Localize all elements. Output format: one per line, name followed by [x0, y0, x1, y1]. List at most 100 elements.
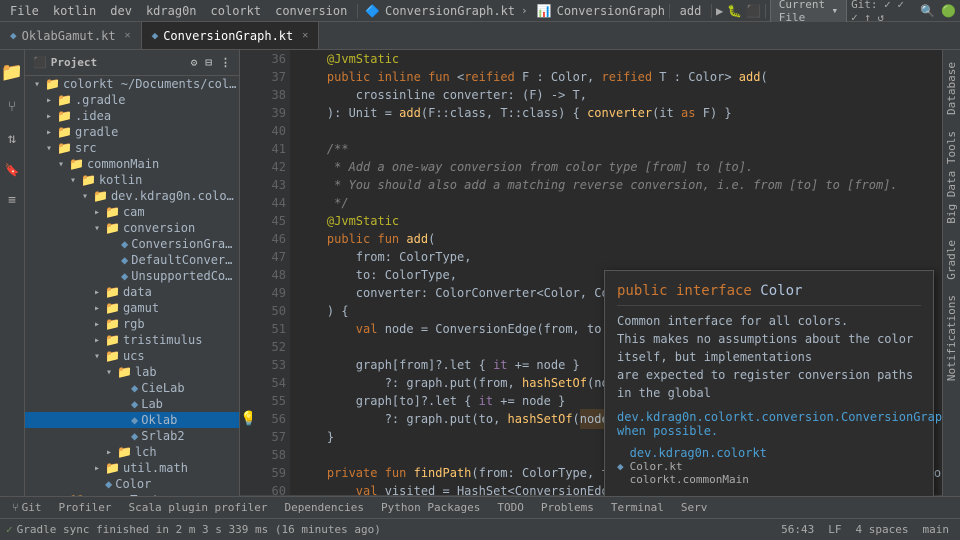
code-line-41: /** [298, 140, 934, 158]
tree-ucs[interactable]: ▾ 📁 ucs [25, 348, 239, 364]
tree-color-file[interactable]: ◆ Color [25, 476, 239, 492]
search-icon[interactable]: 🔍 [920, 4, 935, 18]
menu-bar: File kotlin dev kdrag0n colorkt conversi… [0, 0, 960, 22]
ln-40: 40 [256, 122, 286, 140]
tooltip-file1: Color.kt [630, 460, 767, 473]
pull-requests-btn[interactable]: ⇅ [4, 127, 20, 151]
conversiongraph-tab-icon2: ◆ [152, 29, 159, 42]
bottom-tabs: ⑂ Git Profiler Scala plugin profiler Dep… [0, 496, 960, 518]
tab-oklabgamut[interactable]: ◆ OklabGamut.kt ✕ [0, 22, 142, 49]
structure-btn[interactable]: ≡ [4, 189, 20, 212]
tab-conversiongraph-close[interactable]: ✕ [302, 30, 308, 41]
project-panel-btn[interactable]: 📁 [0, 58, 27, 87]
tree-commonmain[interactable]: ▾ 📁 commonMain [25, 156, 239, 172]
tree-defaultconversions-label: DefaultConversions [131, 253, 239, 267]
git-panel-btn[interactable]: ⑂ [4, 95, 20, 119]
sidebar-settings-icon[interactable]: ⚙ [191, 56, 198, 69]
tree-idea[interactable]: ▸ 📁 .idea [25, 108, 239, 124]
tree-cielab[interactable]: ◆ CieLab [25, 380, 239, 396]
tooltip-link2[interactable]: dev.kdrag0n.colorkt [630, 446, 767, 460]
tree-tristimulus-icon: 📁 [105, 333, 120, 347]
conversiongraph-label2: ConversionGraph [557, 4, 665, 18]
gutter-46 [240, 230, 252, 248]
menu-conversion[interactable]: conversion [269, 2, 353, 20]
tree-srlab2-icon: ◆ [131, 429, 138, 443]
bottom-tab-git[interactable]: ⑂ Git [4, 499, 49, 516]
tree-data-label: data [123, 285, 239, 299]
stop-icon[interactable]: ⬛ [746, 4, 761, 18]
gutter-58 [240, 446, 252, 464]
tree-gradle2[interactable]: ▸ 📁 gradle [25, 124, 239, 140]
tree-src[interactable]: ▾ 📁 src [25, 140, 239, 156]
tree-lch[interactable]: ▸ 📁 lch [25, 444, 239, 460]
tree-lab[interactable]: ▾ 📁 lab [25, 364, 239, 380]
conversiongraph-tab-label: ConversionGraph.kt [385, 4, 515, 18]
tab-bar: ◆ OklabGamut.kt ✕ ◆ ConversionGraph.kt ✕ [0, 22, 960, 50]
tree-cam[interactable]: ▸ 📁 cam [25, 204, 239, 220]
right-panels: Database Big Data Tools Gradle Notificat… [942, 50, 960, 496]
status-branch[interactable]: main [918, 523, 955, 536]
ln-58: 58 [256, 446, 286, 464]
menu-kdrag0n[interactable]: kdrag0n [140, 2, 203, 20]
tree-tristimulus-arrow: ▸ [89, 335, 105, 346]
sidebar-more-icon[interactable]: ⋮ [220, 56, 231, 69]
tab-conversiongraph[interactable]: ◆ ConversionGraph.kt ✕ [142, 22, 320, 49]
status-position[interactable]: 56:43 [776, 523, 819, 536]
tree-data[interactable]: ▸ 📁 data [25, 284, 239, 300]
tree-tristimulus[interactable]: ▸ 📁 tristimulus [25, 332, 239, 348]
bottom-tab-serv[interactable]: Serv [673, 499, 716, 516]
menu-dev[interactable]: dev [104, 2, 138, 20]
sidebar-collapse-icon[interactable]: ⊟ [205, 56, 212, 69]
notifications-panel-btn[interactable]: Notifications [943, 287, 960, 389]
run-icon[interactable]: ▶ [716, 4, 723, 18]
bottom-tab-deps[interactable]: Dependencies [277, 499, 372, 516]
tree-root[interactable]: ▾ 📁 colorkt ~/Documents/colorkt [25, 76, 239, 92]
menu-kotlin[interactable]: kotlin [47, 2, 102, 20]
bottom-tab-scala[interactable]: Scala plugin profiler [120, 499, 275, 516]
tree-conversion[interactable]: ▾ 📁 conversion [25, 220, 239, 236]
tab-oklabgamut-close[interactable]: ✕ [125, 30, 131, 41]
gutter-bulb-56[interactable]: 💡 [240, 410, 252, 428]
ln-36: 36 [256, 50, 286, 68]
ln-44: 44 [256, 194, 286, 212]
menu-colorkt[interactable]: colorkt [205, 2, 268, 20]
status-encoding[interactable]: LF [823, 523, 846, 536]
menu-add[interactable]: add [674, 2, 708, 20]
tree-gamut[interactable]: ▸ 📁 gamut [25, 300, 239, 316]
tree-conversiongraph-file[interactable]: ◆ ConversionGraph.kt [25, 236, 239, 252]
ln-42: 42 [256, 158, 286, 176]
tree-srlab2[interactable]: ◆ Srlab2 [25, 428, 239, 444]
tree-pkg[interactable]: ▾ 📁 dev.kdrag0n.colorkt [25, 188, 239, 204]
tree-defaultconversions[interactable]: ◆ DefaultConversions [25, 252, 239, 268]
bigdata-panel-btn[interactable]: Big Data Tools [943, 123, 960, 232]
bottom-tab-todo[interactable]: TODO [489, 499, 532, 516]
tree-lab-file[interactable]: ◆ Lab [25, 396, 239, 412]
gradle-panel-btn[interactable]: Gradle [943, 232, 960, 288]
tooltip-link1[interactable]: dev.kdrag0n.colorkt.conversion.Conversio… [617, 410, 921, 438]
debug-icon[interactable]: 🐛 [727, 4, 742, 18]
bottom-tab-python[interactable]: Python Packages [373, 499, 488, 516]
bookmarks-btn[interactable]: 🔖 [1, 159, 24, 181]
git-status: Git: ✓ ✓ ✓ ↑ ↺ [851, 0, 912, 24]
sidebar-project-label: Project [51, 56, 97, 69]
status-indent[interactable]: 4 spaces [851, 523, 914, 536]
bottom-tab-profiler[interactable]: Profiler [50, 499, 119, 516]
menu-file[interactable]: File [4, 2, 45, 20]
tree-kotlin[interactable]: ▾ 📁 kotlin [25, 172, 239, 188]
tree-gradle[interactable]: ▸ 📁 .gradle [25, 92, 239, 108]
ln-41: 41 [256, 140, 286, 158]
ln-50: 50 [256, 302, 286, 320]
bottom-tab-problems[interactable]: Problems [533, 499, 602, 516]
tree-rgb[interactable]: ▸ 📁 rgb [25, 316, 239, 332]
bottom-tab-terminal[interactable]: Terminal [603, 499, 672, 516]
tree-utilmath[interactable]: ▸ 📁 util.math [25, 460, 239, 476]
tree-oklab[interactable]: ◆ Oklab [25, 412, 239, 428]
tree-rgb-label: rgb [123, 317, 239, 331]
tree-unsupported[interactable]: ◆ UnsupportedConve... [25, 268, 239, 284]
tree-rgb-icon: 📁 [105, 317, 120, 331]
menu-separator-4 [765, 4, 766, 18]
ln-60: 60 [256, 482, 286, 495]
database-panel-btn[interactable]: Database [943, 54, 960, 123]
status-check1: ✓ [6, 523, 13, 536]
tree-oklab-icon: ◆ [131, 413, 138, 427]
